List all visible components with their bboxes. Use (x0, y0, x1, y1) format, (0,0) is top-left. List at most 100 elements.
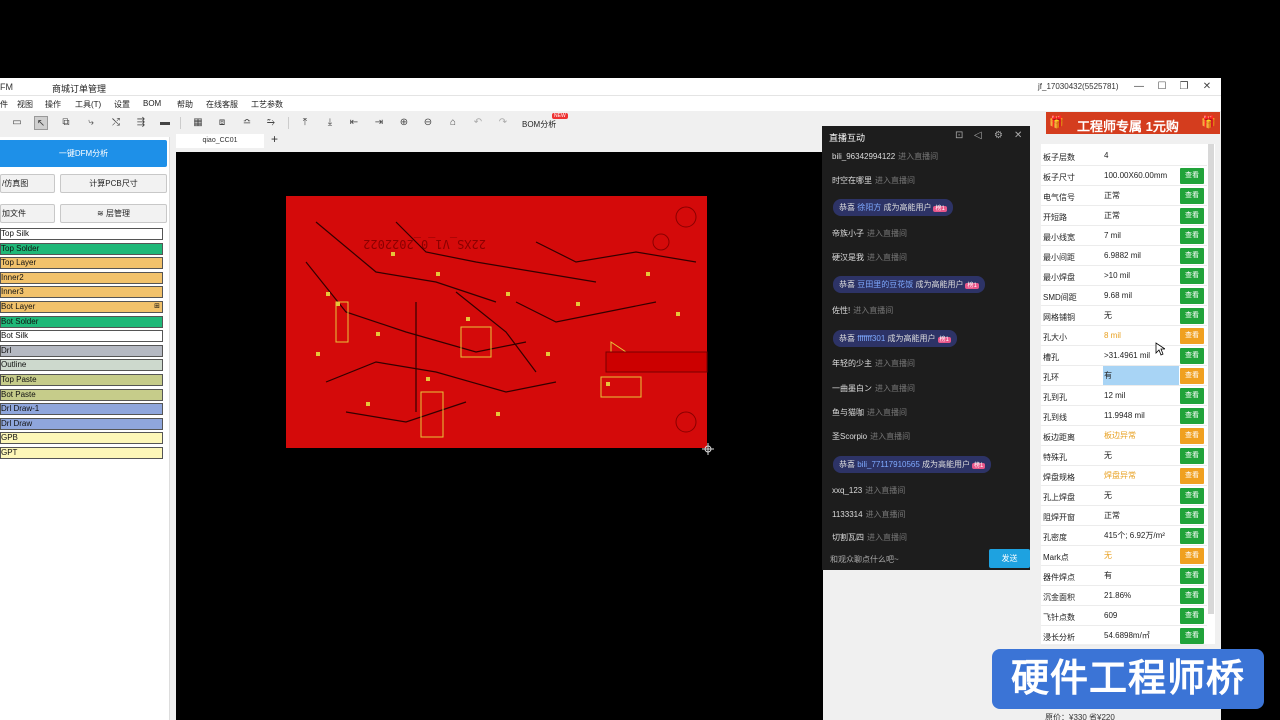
add-file-button[interactable]: 加文件 (0, 204, 55, 223)
view-button[interactable]: 查看 (1180, 308, 1204, 324)
view-button[interactable]: 查看 (1180, 248, 1204, 264)
bom-analysis-button[interactable]: BOM分析 (522, 119, 556, 130)
align-icon[interactable]: ⇶ (134, 116, 148, 130)
menu-item[interactable]: 设置 (114, 99, 130, 110)
view-button[interactable]: 查看 (1180, 528, 1204, 544)
view-button[interactable]: 查看 (1180, 368, 1204, 384)
view-button[interactable]: 查看 (1180, 568, 1204, 584)
check-name: 最小间距 (1043, 253, 1075, 262)
expand-icon[interactable]: ⊞ (154, 302, 160, 312)
layer-item[interactable]: Top Layer (0, 257, 163, 270)
lock-icon[interactable]: ⊡ (955, 130, 963, 141)
layer-item[interactable]: Drl (0, 344, 163, 357)
layer-item[interactable]: Top Silk (0, 228, 163, 240)
menu-item[interactable]: 工艺参数 (251, 99, 283, 110)
chat-enter-message: 佐性! 进入直播间 (832, 305, 893, 316)
menu-item[interactable]: 操作 (45, 99, 61, 110)
layer-item[interactable]: Bot Paste (0, 388, 163, 401)
add-tab-icon[interactable]: + (271, 132, 278, 146)
layer-item[interactable]: GPB (0, 432, 163, 445)
view-button[interactable]: 查看 (1180, 228, 1204, 244)
minimize-icon[interactable]: — (1132, 80, 1146, 94)
view-button[interactable]: 查看 (1180, 588, 1204, 604)
view-button[interactable]: 查看 (1180, 288, 1204, 304)
dfm-result-row: 沉金面积 21.86% 查看 (1041, 586, 1207, 606)
grid-icon[interactable]: ▦ (191, 116, 205, 130)
home-icon[interactable]: ⌂ (446, 116, 460, 130)
view-button[interactable]: 查看 (1180, 328, 1204, 344)
view-button[interactable]: 查看 (1180, 548, 1204, 564)
menu-item[interactable]: 在线客服 (206, 99, 238, 110)
view-button[interactable]: 查看 (1180, 168, 1204, 184)
menu-item[interactable]: 帮助 (177, 99, 193, 110)
view-button[interactable]: 查看 (1180, 608, 1204, 624)
align-right-icon[interactable]: ⇥ (372, 116, 386, 130)
view-button[interactable]: 查看 (1180, 208, 1204, 224)
simulation-button[interactable]: /仿真图 (0, 174, 55, 193)
view-button[interactable]: 查看 (1180, 468, 1204, 484)
check-value: 4 (1104, 151, 1109, 160)
view-button[interactable]: 查看 (1180, 408, 1204, 424)
select-icon[interactable]: ↖ (34, 116, 48, 130)
check-name: 沉金面积 (1043, 593, 1075, 602)
view-button[interactable]: 查看 (1180, 268, 1204, 284)
restore-icon[interactable]: ❐ (1177, 80, 1191, 94)
tab-qiao-cc01[interactable]: qiao_CC01 (176, 134, 264, 148)
align-bottom-icon[interactable]: ⤓ (323, 116, 337, 130)
layer-item[interactable]: Bot Silk (0, 330, 163, 343)
layer-item[interactable]: Bot Solder (0, 315, 163, 328)
view-button[interactable]: 查看 (1180, 388, 1204, 404)
view-button[interactable]: 查看 (1180, 188, 1204, 204)
layer-item[interactable]: Inner3 (0, 286, 163, 299)
view-button[interactable]: 查看 (1180, 348, 1204, 364)
chat-input[interactable]: 和观众聊点什么吧~ (830, 554, 899, 565)
send-button[interactable]: 发送 (989, 549, 1030, 568)
trace-icon[interactable]: ⥲ (264, 116, 278, 130)
view-button[interactable]: 查看 (1180, 428, 1204, 444)
menu-item[interactable]: 件 (0, 99, 8, 110)
user-account[interactable]: jf_17030432(5525781) (1038, 82, 1119, 91)
align-top-icon[interactable]: ⤒ (298, 116, 312, 130)
volume-icon[interactable]: ◁ (974, 130, 982, 141)
layer-item[interactable]: Drl Draw (0, 417, 163, 430)
layer-item[interactable]: Top Paste (0, 373, 163, 386)
pcb-size-button[interactable]: 计算PCB尺寸 (60, 174, 167, 193)
layer-item[interactable]: Bot Layer ⊞ (0, 300, 163, 313)
layout-icon[interactable]: ▭ (10, 116, 24, 130)
menu-item[interactable]: 视图 (17, 99, 33, 110)
layer-item[interactable]: GPT (0, 446, 163, 459)
rank-badge: 榜1 (933, 206, 947, 212)
window-select-icon[interactable]: ⧉ (59, 116, 73, 130)
dfm-analysis-button[interactable]: 一键DFM分析 (0, 140, 167, 167)
redo-icon[interactable]: ↷ (496, 116, 510, 130)
route-icon[interactable]: ⤷ (84, 116, 98, 130)
view-button[interactable]: 查看 (1180, 508, 1204, 524)
line-icon[interactable]: ▬ (158, 116, 172, 130)
layer-item[interactable]: Outline (0, 359, 163, 372)
menu-item[interactable]: BOM (143, 99, 161, 108)
layer-manager-button[interactable]: ≋ 层管理 (60, 204, 167, 223)
view-button[interactable]: 查看 (1180, 628, 1204, 644)
undo-icon[interactable]: ↶ (471, 116, 485, 130)
close-icon[interactable]: ✕ (1014, 130, 1022, 141)
maximize-icon[interactable]: ☐ (1155, 80, 1169, 94)
view-button[interactable]: 查看 (1180, 488, 1204, 504)
tab-order-management[interactable]: 商城订单管理 (52, 82, 106, 95)
align-left-icon[interactable]: ⇤ (347, 116, 361, 130)
layer-item[interactable]: Drl Draw-1 (0, 403, 163, 416)
shape-icon[interactable]: ≏ (240, 116, 254, 130)
pcb-canvas[interactable]: 22XS_V1_0_2022022 (176, 152, 823, 720)
settings-icon[interactable]: ⚙ (994, 130, 1003, 141)
layer-item[interactable]: Top Solder (0, 242, 163, 255)
menu-item[interactable]: 工具(T) (75, 99, 101, 110)
gift-text: 成为高能用户 (915, 280, 964, 289)
view-button[interactable]: 查看 (1180, 448, 1204, 464)
zoom-in-icon[interactable]: ⊕ (397, 116, 411, 130)
measure-icon[interactable]: ⧈ (215, 116, 229, 130)
promo-banner[interactable]: 🎁 工程师专属 1元购 🎁 (1046, 112, 1220, 134)
net-icon[interactable]: ⤭ (109, 116, 123, 130)
scrollbar[interactable] (1208, 144, 1214, 614)
zoom-out-icon[interactable]: ⊖ (421, 116, 435, 130)
close-icon[interactable]: ✕ (1200, 80, 1214, 94)
layer-item[interactable]: Inner2 (0, 271, 163, 284)
